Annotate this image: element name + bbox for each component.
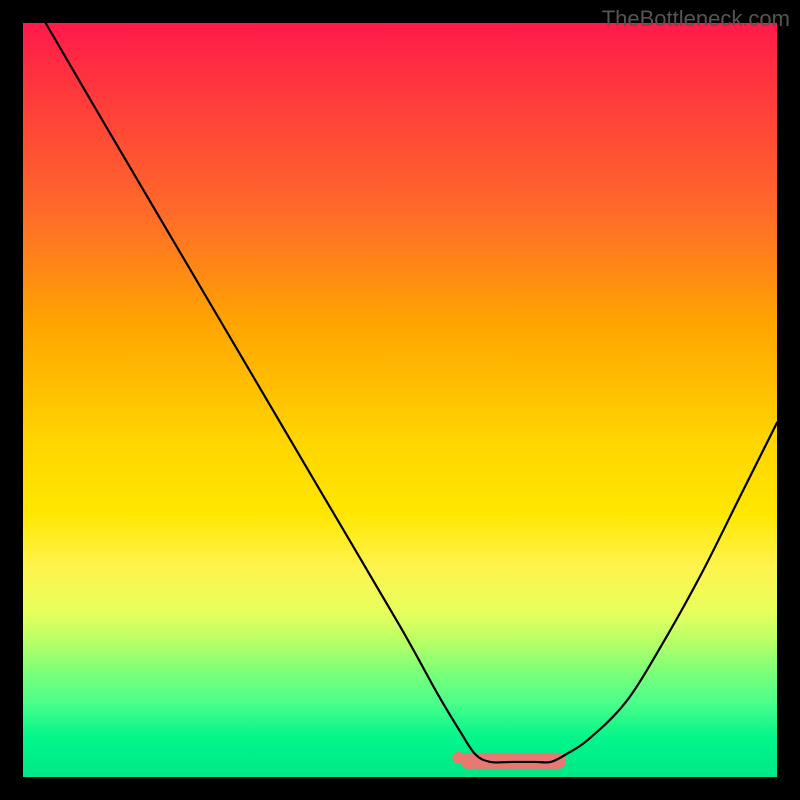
bottleneck-curve	[46, 23, 777, 762]
flat-region-marker	[452, 752, 566, 769]
chart-svg	[23, 23, 777, 777]
watermark-text: TheBottleneck.com	[602, 6, 790, 32]
